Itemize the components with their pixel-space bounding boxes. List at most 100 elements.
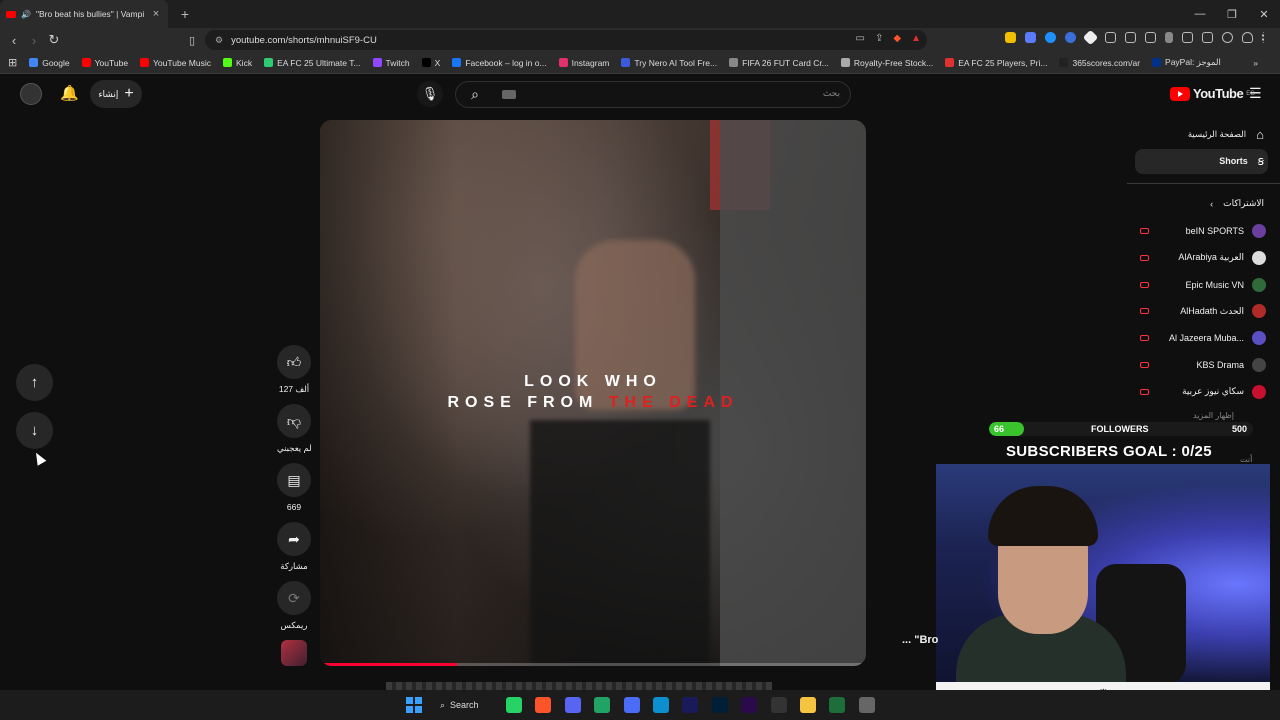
bookmark-item[interactable]: X: [421, 58, 440, 68]
youtube-logo[interactable]: YouTube EG: [1170, 86, 1255, 101]
obs-icon[interactable]: [770, 697, 787, 713]
previous-short-button[interactable]: ↑: [16, 364, 53, 401]
share-button[interactable]: ➦: [277, 522, 311, 556]
after-effects-icon[interactable]: [682, 697, 699, 713]
bookmark-item[interactable]: EA FC 25 Ultimate T...: [264, 58, 361, 68]
followers-goal-bar: 66 FOLLOWERS 500: [989, 422, 1253, 436]
bookmark-item[interactable]: Instagram: [558, 58, 609, 68]
guide-menu-icon[interactable]: ☰: [1249, 85, 1262, 102]
apps-grid-icon[interactable]: ⊞: [8, 56, 17, 69]
discord-icon[interactable]: [564, 697, 581, 713]
create-button[interactable]: إنشاء +: [90, 80, 142, 108]
comments-button[interactable]: ▤: [277, 463, 311, 497]
edge-icon[interactable]: [653, 697, 669, 713]
restore-button[interactable]: ❐: [1216, 8, 1248, 21]
sidebar-show-more[interactable]: إظهار المزيد: [1193, 411, 1234, 420]
tab-close-icon[interactable]: ×: [150, 8, 162, 20]
forward-icon[interactable]: ›: [24, 33, 44, 48]
extension-icon[interactable]: [1065, 32, 1076, 43]
next-short-button[interactable]: ↓: [16, 412, 53, 449]
brave-icon[interactable]: [535, 697, 552, 713]
sidebar-subscription-item[interactable]: KBS Drama: [1140, 358, 1266, 372]
address-bar[interactable]: ⚙ youtube.com/shorts/mhnuiSF9-CU ▭ ⇪ ◆ ▲: [205, 30, 927, 50]
extension-icon[interactable]: [1005, 32, 1016, 43]
sidebar-you-section[interactable]: أنت: [1240, 455, 1252, 464]
settings-icon[interactable]: [858, 697, 875, 713]
bookmark-item[interactable]: 365scores.com/ar: [1059, 58, 1140, 68]
sidebar-subscriptions-header[interactable]: ‹ الاشتراكات: [1210, 198, 1264, 209]
reload-icon[interactable]: ↻: [44, 32, 64, 48]
windows-start-icon[interactable]: [406, 697, 422, 713]
wallet-icon[interactable]: [1202, 32, 1213, 43]
browser-tab-active[interactable]: 🔊 "Bro beat his bullies" | Vampi ×: [0, 0, 168, 28]
bookmark-favicon-icon: [558, 58, 568, 67]
sidebar-icon[interactable]: [1182, 32, 1193, 43]
sidebar-subscription-item[interactable]: سكاي نيوز عربية: [1140, 384, 1266, 399]
dislike-button[interactable]: 👎︎: [277, 404, 311, 438]
bookmark-item[interactable]: YouTube: [81, 58, 128, 68]
audio-track-thumbnail[interactable]: [281, 640, 307, 666]
close-window-button[interactable]: ✕: [1248, 8, 1280, 21]
bookmarks-overflow-icon[interactable]: »: [1253, 58, 1258, 68]
share-icon[interactable]: ⇪: [875, 33, 883, 44]
notifications-bell-icon[interactable]: 🔔: [60, 84, 79, 102]
bookmark-item[interactable]: Try Nero AI Tool Fre...: [621, 58, 717, 68]
sidebar-subscription-item[interactable]: Al Jazeera Muba...: [1140, 331, 1266, 346]
calendar-icon[interactable]: [1145, 32, 1156, 43]
remix-button[interactable]: ⟳: [277, 581, 311, 615]
followers-label: FOLLOWERS: [1091, 424, 1149, 434]
sidebar-subscription-item[interactable]: beIN SPORTS: [1140, 224, 1266, 238]
search-input[interactable]: ⌕ بحث: [455, 81, 851, 108]
extension-icon[interactable]: [1105, 32, 1116, 43]
sidebar-subscription-item[interactable]: AlHadath الحدث: [1140, 304, 1266, 319]
extension-icon[interactable]: [1082, 29, 1099, 46]
bookmark-item[interactable]: Twitch: [372, 58, 410, 68]
files-icon[interactable]: [800, 697, 816, 713]
calculator-icon[interactable]: [623, 697, 640, 713]
sidebar-subscription-item[interactable]: Epic Music VN: [1140, 277, 1266, 292]
sidebar-item-home[interactable]: الصفحة الرئيسية ⌂: [1188, 127, 1264, 142]
brave-shield-icon[interactable]: ◆: [893, 33, 901, 44]
taskbar-search[interactable]: ⌕ Search: [440, 696, 496, 714]
channel-avatar: [1252, 277, 1266, 292]
rewards-icon[interactable]: ▲: [911, 33, 921, 44]
account-avatar[interactable]: [20, 83, 42, 105]
leo-icon[interactable]: [1222, 32, 1233, 43]
new-tab-button[interactable]: +: [174, 6, 196, 22]
bookmark-item[interactable]: YouTube Music: [140, 58, 211, 68]
search-button[interactable]: ⌕: [456, 82, 494, 107]
whatsapp-icon[interactable]: [506, 697, 522, 713]
audition-icon[interactable]: [741, 697, 758, 713]
back-icon[interactable]: ‹: [4, 33, 24, 48]
shield-icon[interactable]: [1242, 32, 1253, 43]
voice-search-mic-icon[interactable]: 🎙: [417, 81, 443, 107]
sidebar-subscription-item[interactable]: AlArabiya العربية: [1140, 250, 1266, 265]
webcam-person-hair: [988, 486, 1098, 546]
video-progress-bar[interactable]: [320, 663, 866, 666]
bookmark-label: Kick: [236, 57, 253, 68]
comments-action: ▤ 669: [277, 463, 311, 512]
excel-like-icon[interactable]: [594, 697, 611, 713]
minimize-button[interactable]: —: [1184, 8, 1216, 20]
shorts-video-player[interactable]: LOOK WHO ROSE FROM THE DEAD: [320, 120, 866, 666]
like-button[interactable]: 👍︎: [277, 345, 311, 379]
site-info-icon[interactable]: ⚙: [215, 35, 223, 46]
bookmark-item[interactable]: Kick: [223, 58, 252, 68]
bookmark-item[interactable]: Royalty-Free Stock...: [840, 58, 933, 68]
menu-icon[interactable]: [1262, 32, 1266, 43]
photoshop-icon[interactable]: [711, 697, 728, 713]
bookmark-item[interactable]: FIFA 26 FUT Card Cr...: [729, 58, 829, 68]
bookmark-item[interactable]: Google: [29, 58, 70, 68]
keyboard-icon[interactable]: [502, 90, 516, 99]
cast-icon[interactable]: ▭: [856, 33, 865, 44]
bookmark-icon[interactable]: ▯: [182, 34, 202, 47]
extension-icon[interactable]: [1025, 32, 1036, 43]
bookmark-item[interactable]: EA FC 25 Players, Pri...: [945, 58, 1047, 68]
terminal-icon[interactable]: [829, 697, 846, 713]
extension-icon[interactable]: [1045, 32, 1056, 43]
music-icon[interactable]: [1165, 32, 1173, 43]
bookmark-item[interactable]: Facebook – log in o...: [452, 58, 547, 68]
puzzle-icon[interactable]: [1125, 32, 1136, 43]
bookmark-list: Google YouTube YouTube Music Kick EA FC 25 U…: [29, 57, 1233, 68]
bookmark-item[interactable]: PayPal: الموجز: [1152, 57, 1221, 68]
